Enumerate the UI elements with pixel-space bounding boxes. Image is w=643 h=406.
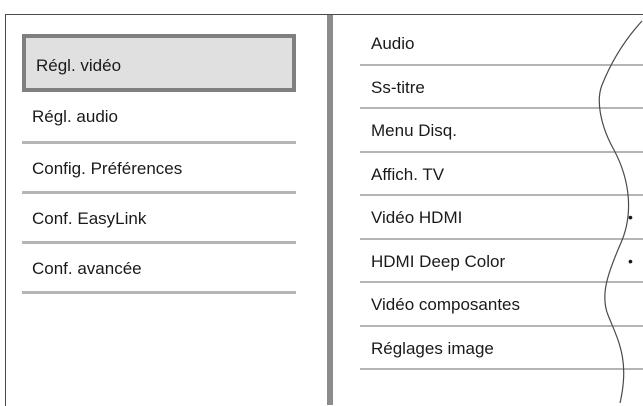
submenu-item-label: Menu Disq. bbox=[371, 121, 457, 140]
submenu-item-label: Affich. TV bbox=[371, 164, 445, 184]
menu-item-audio-settings[interactable]: Régl. audio bbox=[22, 92, 296, 144]
submenu-item-label: Audio bbox=[371, 34, 415, 53]
submenu-item-label: HDMI Deep Color bbox=[371, 251, 506, 271]
menu-item-easylink[interactable]: Conf. EasyLink bbox=[22, 194, 296, 244]
menu-item-label: Régl. vidéo bbox=[36, 56, 122, 75]
torn-edge-path bbox=[598, 20, 643, 403]
settings-category-menu: Régl. vidéo Régl. audio Config. Préféren… bbox=[22, 34, 296, 294]
menu-item-advanced[interactable]: Conf. avancée bbox=[22, 244, 296, 294]
submenu-item-label: Ss-titre bbox=[371, 77, 425, 97]
torn-edge-curve bbox=[598, 20, 643, 403]
submenu-item-label: Réglages image bbox=[371, 338, 494, 358]
submenu-item-label: Vidéo HDMI bbox=[371, 208, 463, 227]
column-divider bbox=[327, 15, 333, 405]
menu-item-label: Conf. EasyLink bbox=[32, 209, 147, 228]
menu-item-video-settings[interactable]: Régl. vidéo bbox=[22, 34, 296, 92]
menu-item-label: Config. Préférences bbox=[32, 159, 183, 178]
menu-item-preferences[interactable]: Config. Préférences bbox=[22, 144, 296, 194]
menu-item-label: Conf. avancée bbox=[32, 259, 142, 278]
submenu-item-label: Vidéo composantes bbox=[371, 295, 521, 314]
menu-item-label: Régl. audio bbox=[32, 107, 119, 126]
